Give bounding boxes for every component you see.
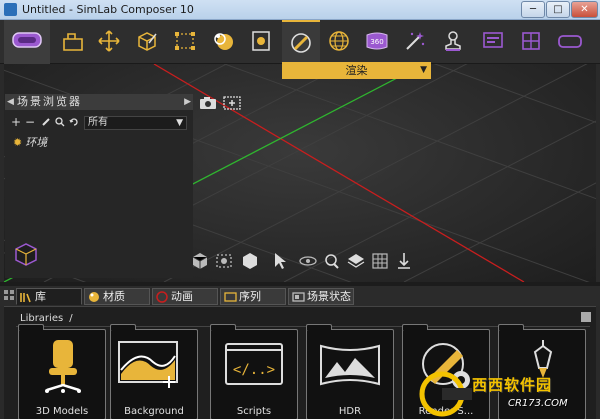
viewport-camera-tools [198,95,244,111]
tab-label: 场景状态 [307,290,351,303]
library-card-hdr[interactable]: HDR [306,324,394,419]
tab-library[interactable]: 库 [16,288,82,305]
chair-icon [45,340,81,393]
viewport-toolbar [190,250,414,272]
tab-label: 序列 [239,290,261,303]
transform-icon[interactable] [90,20,128,64]
library-card-background[interactable]: Background [110,324,198,419]
render-mode-dropdown[interactable]: 渲染 ▼ [282,62,431,79]
folder-tab [18,324,44,330]
drop-to-floor-icon[interactable] [394,250,414,272]
maximize-button[interactable]: □ [546,1,570,18]
material-box-icon[interactable] [128,20,166,64]
scene-browser-header: ◀ 场景浏览器 ▶ [5,94,193,110]
animation-icon [156,291,168,303]
collapse-left-icon[interactable]: ◀ [7,94,14,110]
library-icon [20,293,31,303]
svg-text:360: 360 [370,38,383,46]
app-icon [4,3,17,16]
library-card-3d-models[interactable]: 3D Models [18,324,106,419]
card-label: 3D Models [35,406,89,417]
sun-icon: ✹ [13,136,23,149]
add-button[interactable]: + [11,114,21,130]
card-label: Scripts [236,406,272,417]
grid-layout-icon[interactable] [512,20,550,64]
view-cube-tool-icon[interactable] [190,250,210,272]
360-icon[interactable]: 360 [358,20,396,64]
breadcrumb-separator: / [69,313,73,324]
vr-goggles-icon[interactable] [550,20,588,64]
scene-state-icon [292,292,305,302]
background-icon [118,341,178,388]
view-cube-icon[interactable] [12,240,40,268]
tab-materials[interactable]: 材质 [84,288,150,305]
grid-icon[interactable] [370,250,390,272]
card-label: HDR [338,406,362,417]
hdr-icon [320,344,380,386]
tree-node-environment[interactable]: ✹ 环境 [13,134,47,150]
main-toolbar: ▼ 360 [0,20,600,82]
add-camera-icon[interactable] [222,95,242,111]
presentation-icon[interactable] [474,20,512,64]
tab-label: 库 [35,290,46,303]
tab-animation[interactable]: 动画 [152,288,218,305]
render-icon[interactable] [282,20,320,64]
tab-label: 动画 [171,290,193,303]
frame-select-icon[interactable] [214,250,234,272]
breadcrumb-libraries[interactable]: Libraries [20,313,63,324]
layers-icon[interactable] [346,250,366,272]
vr-headset-icon[interactable] [4,20,50,64]
open-icon[interactable] [54,20,92,64]
folder-tab [110,324,136,330]
tab-sequence[interactable]: 序列 [220,288,286,305]
pin-icon[interactable] [3,289,15,301]
tab-scene-states[interactable]: 场景状态 [288,288,354,305]
chevron-down-icon: ▼ [176,118,183,128]
close-button[interactable]: ✕ [571,1,598,18]
material-icon [89,292,99,302]
animation-icon[interactable] [204,20,242,64]
window-title: Untitled - SimLab Composer 10 [22,3,194,16]
minimize-button[interactable]: ─ [521,1,545,18]
sequence-icon [224,292,237,302]
remove-button[interactable]: − [25,114,35,130]
stamp-icon[interactable] [434,20,472,64]
tree-node-label: 环境 [25,136,48,149]
library-card-scripts[interactable]: </..> Scripts [210,324,298,419]
folder-tab [402,324,428,330]
tab-label: 材质 [103,290,125,303]
watermark-url: CR173.COM [508,398,568,409]
magic-wand-icon[interactable] [396,20,434,64]
folder-tab [498,324,524,330]
watermark-brand: 西西软件园 [472,376,553,394]
camera-doc-icon[interactable] [242,20,280,64]
camera-icon[interactable] [198,95,218,111]
card-label: Background [124,406,184,417]
svg-text:</..>: </..> [233,362,275,378]
folder-tab [306,324,332,330]
zoom-icon[interactable] [322,250,342,272]
eye-view-icon[interactable] [298,250,318,272]
select-region-icon[interactable] [166,20,204,64]
watermark: 西西软件园 CR173.COM [412,366,600,419]
bottom-tab-bar: 库 材质 动画 序列 场景状态 [0,286,600,306]
view-mode-icon[interactable] [581,312,591,322]
scripts-icon: </..> [225,343,283,385]
eraser-icon[interactable] [41,117,51,127]
expand-right-icon[interactable]: ▶ [184,94,191,110]
cube-display-icon[interactable] [240,250,260,272]
scene-browser-title: 场景浏览器 [17,95,82,108]
search-icon[interactable] [55,117,65,127]
folder-tab [210,324,236,330]
globe-icon[interactable] [320,20,358,64]
filter-value: 所有 [88,117,108,128]
pointer-icon[interactable] [270,250,290,272]
dropdown-arrow-icon: ▼ [420,65,427,75]
watermark-logo [419,371,472,417]
refresh-icon[interactable] [69,117,79,127]
title-bar: Untitled - SimLab Composer 10 ─ □ ✕ [0,0,600,20]
render-mode-label: 渲染 [345,64,368,77]
filter-select[interactable]: 所有 ▼ [84,116,187,130]
